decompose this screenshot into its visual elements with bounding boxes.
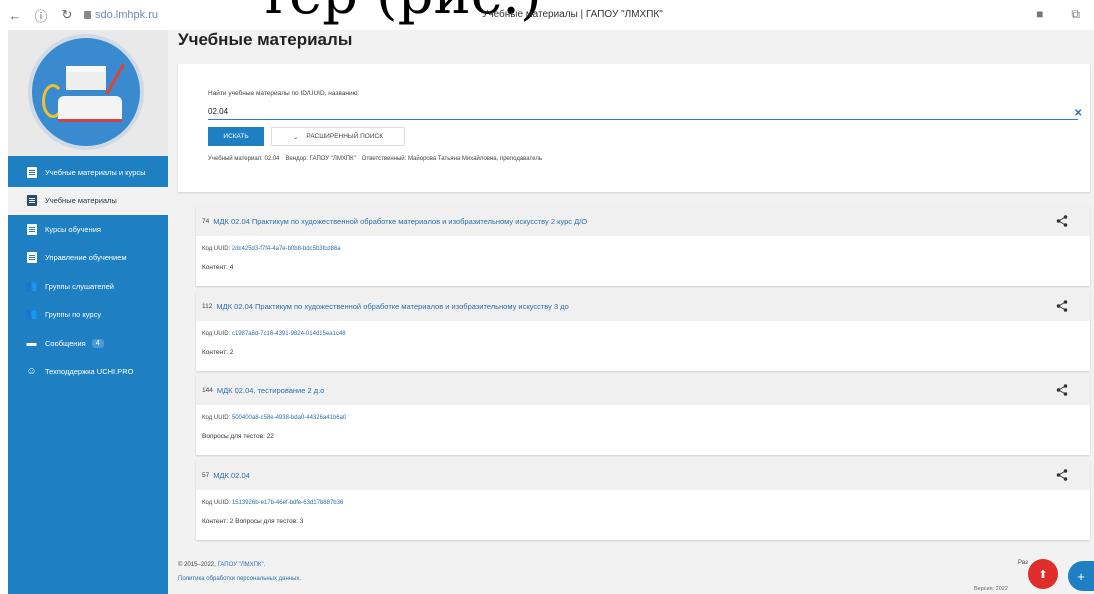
result-card: 112 МДК 02.04 Практикум по художественно… — [196, 291, 1090, 371]
company-link[interactable]: ГАПОУ "ЛМХПК". — [217, 562, 265, 568]
uuid-value[interactable]: 2dc425d3-f7f4-4a7e-b0b8-bdc5b3fcd86a — [232, 246, 341, 252]
result-card: 57 МДК 02.04 Код UUID: 1513926b-e17b-46e… — [196, 460, 1090, 540]
uuid-label: Код UUID: — [202, 331, 231, 337]
material-id: 57 — [202, 471, 210, 479]
sidebar: Учебные материалы и курсы Учебные матери… — [8, 30, 168, 594]
back-arrow-icon[interactable]: ← — [4, 4, 26, 26]
sidebar-item-label: Управление обучением — [45, 253, 127, 263]
material-title-link[interactable]: МДК 02.04. тестирование 2 д.о — [217, 386, 325, 395]
uuid-value[interactable]: c1987a8d-7c16-4391-9824-014d15ea1c48 — [232, 331, 346, 337]
uuid-line: Код UUID: 500400a8-c58e-4938-bda0-44326a… — [202, 415, 1084, 421]
content-count: Контент: 2 Вопросы для тестов: 3 — [202, 518, 304, 525]
filter-responsible: Ответственный: Майорова Татьяна Михайлов… — [361, 156, 542, 162]
search-panel: Найти учебные материалы по ID/UUID, назв… — [178, 64, 1090, 192]
share-icon[interactable] — [1056, 384, 1068, 396]
sidebar-item-label: Группы по курсу — [45, 310, 102, 320]
page-title: Учебные материалы — [178, 30, 353, 49]
uuid-line: Код UUID: 1513926b-e17b-46ef-bdfe-63d17b… — [202, 500, 1084, 506]
sidebar-item-support[interactable]: ☺ Техподдержка UCHI.PRO — [8, 358, 168, 387]
sidebar-item-courses[interactable]: Курсы обучения — [8, 215, 168, 244]
browser-toolbar: ← ⓘ ↻ sdo.lmhpk.ru Учебные материалы | Г… — [0, 0, 1094, 30]
uuid-value[interactable]: 1513926b-e17b-46ef-bdfe-63d17b887b36 — [232, 500, 343, 506]
search-input[interactable] — [208, 104, 1078, 120]
messages-count-badge: 4 — [91, 338, 104, 348]
logo-area — [8, 30, 168, 156]
material-title-link[interactable]: МДК 02.04 Практикум по художественной об… — [216, 302, 568, 311]
lock-icon — [84, 11, 91, 19]
advanced-search-button[interactable]: ⌄ РАСШИРЕННЫЙ ПОИСК — [271, 127, 405, 146]
clipboard-icon — [26, 252, 37, 264]
material-title-link[interactable]: МДК 02.04 Практикум по художественной об… — [213, 217, 587, 226]
sidebar-item-messages[interactable]: ▬ Сообщения 4 — [8, 329, 168, 358]
info-icon[interactable]: ⓘ — [30, 4, 52, 26]
sidebar-menu: Учебные материалы и курсы Учебные матери… — [8, 158, 168, 386]
sidebar-item-label: Техподдержка UCHI.PRO — [45, 367, 134, 377]
address-url: sdo.lmhpk.ru — [95, 9, 158, 21]
copyright-text: © 2015–2022, — [178, 562, 216, 568]
bookmark-icon[interactable]: ■ — [1036, 7, 1043, 22]
sidebar-item-label: Курсы обучения — [45, 224, 101, 234]
sidebar-item-label: Учебные материалы и курсы — [45, 167, 146, 177]
footer-developer-text: Раз — [1018, 560, 1028, 566]
uuid-label: Код UUID: — [202, 500, 231, 506]
book-icon — [26, 166, 37, 178]
uuid-line: Код UUID: c1987a8d-7c16-4391-9824-014d15… — [202, 331, 1084, 337]
book-icon — [26, 195, 37, 207]
address-bar[interactable]: sdo.lmhpk.ru — [84, 9, 158, 21]
sidebar-item-label: Учебные материалы — [45, 196, 117, 206]
clear-search-icon[interactable]: ✕ — [1074, 108, 1082, 119]
chevron-down-icon: ⌄ — [292, 133, 299, 141]
active-filters: Учебный материал: 02.04 Вендор: ГАПОУ "Л… — [208, 154, 542, 164]
support-icon: ☺ — [26, 366, 37, 378]
search-label: Найти учебные материалы по ID/UUID, назв… — [208, 90, 360, 97]
result-card: 74 МДК 02.04 Практикум по художественной… — [196, 206, 1090, 286]
main-content: Учебные материалы Найти учебные материал… — [168, 30, 1094, 594]
footer-copyright: © 2015–2022, ГАПОУ "ЛМХПК". — [178, 562, 265, 568]
search-button[interactable]: ИСКАТЬ — [208, 127, 264, 146]
add-button[interactable]: + — [1068, 561, 1094, 591]
footer-version-text: Версия: 2022 — [974, 586, 1008, 592]
sidebar-item-materials-courses[interactable]: Учебные материалы и курсы — [8, 158, 168, 187]
reload-icon[interactable]: ↻ — [56, 4, 78, 26]
test-questions-count: Вопросы для тестов: 22 — [202, 433, 274, 440]
sidebar-item-learning-management[interactable]: Управление обучением — [8, 244, 168, 273]
filter-material: Учебный материал: 02.04 — [208, 156, 280, 162]
sidebar-item-course-groups[interactable]: 👥 Группы по курсу — [8, 301, 168, 330]
page-tab-title: Учебные материалы | ГАПОУ "ЛМХПК" — [482, 9, 663, 20]
list-icon — [26, 223, 37, 235]
uuid-label: Код UUID: — [202, 415, 231, 421]
privacy-policy-link[interactable]: Политика обработки персональных данных. — [178, 576, 301, 582]
message-icon: ▬ — [26, 337, 37, 349]
sidebar-item-student-groups[interactable]: 👥 Группы слушателей — [8, 272, 168, 301]
share-icon[interactable] — [1056, 469, 1068, 481]
sidebar-item-materials[interactable]: Учебные материалы — [8, 186, 168, 215]
share-icon[interactable] — [1056, 300, 1068, 312]
material-id: 144 — [202, 386, 213, 394]
uuid-line: Код UUID: 2dc425d3-f7f4-4a7e-b0b8-bdc5b3… — [202, 246, 1084, 252]
upload-icon: ⬆ — [1038, 568, 1048, 581]
material-title-link[interactable]: МДК 02.04 — [213, 471, 250, 480]
result-card: 144 МДК 02.04. тестирование 2 д.о Код UU… — [196, 375, 1090, 455]
material-id: 112 — [202, 302, 213, 310]
people-icon: 👥 — [25, 280, 38, 292]
filter-vendor: Вендор: ГАПОУ "ЛМХПК" — [285, 156, 356, 162]
uuid-label: Код UUID: — [202, 246, 231, 252]
college-logo — [28, 34, 144, 150]
sidebar-item-label: Сообщения — [45, 338, 86, 348]
reader-icon[interactable]: ⧉ — [1071, 7, 1080, 22]
plus-icon: + — [1077, 568, 1085, 584]
share-icon[interactable] — [1056, 215, 1068, 227]
content-count: Контент: 2 — [202, 349, 234, 356]
advanced-search-label: РАСШИРЕННЫЙ ПОИСК — [306, 133, 384, 140]
upload-button[interactable]: ⬆ — [1028, 559, 1058, 589]
uuid-value[interactable]: 500400a8-c58e-4938-bda0-44326a41b6a0 — [232, 415, 346, 421]
content-count: Контент: 4 — [202, 264, 234, 271]
material-id: 74 — [202, 217, 210, 225]
sidebar-item-label: Группы слушателей — [45, 281, 114, 291]
people-icon: 👥 — [25, 309, 38, 321]
